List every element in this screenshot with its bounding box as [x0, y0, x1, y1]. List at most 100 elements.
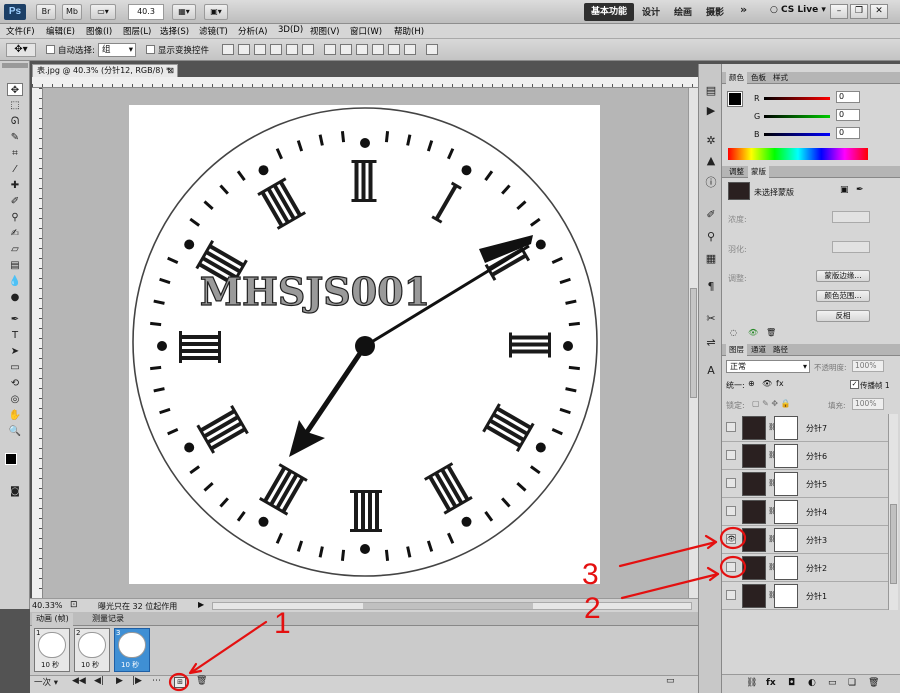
zoom-level-field[interactable]: 40.3	[128, 4, 164, 20]
more-workspaces-button[interactable]: »	[740, 3, 747, 16]
auto-select-checkbox[interactable]	[46, 45, 55, 57]
workspace-design-link[interactable]: 设计	[642, 5, 660, 18]
animation-frame-2[interactable]: 2 10 秒	[74, 628, 110, 672]
brush-presets-icon[interactable]: ✐	[704, 208, 718, 222]
pen-tool-icon[interactable]: ✒	[7, 313, 23, 326]
path-select-tool-icon[interactable]: ➤	[7, 345, 23, 358]
tab-swatches[interactable]: 色板	[748, 72, 769, 84]
character-panel-icon[interactable]: ⇌	[704, 336, 718, 350]
brush-tool-icon[interactable]: ✐	[7, 195, 23, 208]
arrange-documents-button[interactable]: ▦▾	[172, 4, 196, 20]
red-value-field[interactable]: 0	[836, 91, 860, 103]
foreground-color-swatch[interactable]	[5, 453, 17, 465]
move-tool-preset-picker[interactable]: ✥▾	[6, 43, 36, 57]
eyedropper-tool-icon[interactable]: ⁄	[7, 163, 23, 176]
opacity-field[interactable]: 100%	[852, 360, 884, 372]
add-mask-icon[interactable]: ◘	[788, 678, 795, 688]
lock-pixels-icon[interactable]: ▢ ✎ ✥ 🔒	[752, 399, 791, 408]
layer-name[interactable]: 分针4	[806, 507, 827, 518]
workspace-essentials-button[interactable]: 基本功能	[584, 3, 634, 21]
menu-analysis[interactable]: 分析(A)	[238, 25, 267, 37]
healing-brush-tool-icon[interactable]: ✚	[7, 179, 23, 192]
3d-panel-icon[interactable]: ✂	[704, 312, 718, 326]
lasso-tool-icon[interactable]: ᘏ	[7, 115, 23, 128]
menu-edit[interactable]: 编辑(E)	[46, 25, 75, 37]
histogram-panel-icon[interactable]: ▲	[704, 154, 718, 168]
scrollbar-thumb[interactable]	[690, 288, 697, 398]
close-icon[interactable]: ⊠	[167, 65, 174, 77]
layer-visibility-toggle[interactable]	[726, 506, 736, 516]
previous-frame-icon[interactable]: ◀|	[94, 676, 104, 686]
tab-channels[interactable]: 通道	[748, 344, 769, 356]
marquee-tool-icon[interactable]: ⬚	[7, 99, 23, 112]
delete-layer-icon[interactable]: 🗑	[868, 678, 879, 688]
align-right-icon[interactable]	[302, 44, 314, 55]
play-icon[interactable]: ▶	[116, 676, 123, 686]
status-menu-arrow-icon[interactable]: ▶	[198, 600, 204, 609]
tab-adjustments[interactable]: 调整	[726, 166, 747, 178]
dodge-tool-icon[interactable]: ●	[7, 291, 23, 304]
move-tool-icon[interactable]: ✥	[7, 83, 23, 96]
mask-visibility-icon[interactable]: 👁	[748, 328, 758, 337]
layer-visibility-toggle[interactable]	[726, 478, 736, 488]
vector-mask-icon[interactable]: ✒	[856, 185, 864, 195]
actions-panel-icon[interactable]: ▶	[704, 104, 718, 118]
type-tool-icon[interactable]: T	[7, 329, 23, 342]
color-range-button[interactable]: 颜色范围...	[816, 290, 870, 302]
loop-options-dropdown[interactable]: 一次 ▾	[34, 676, 58, 688]
blue-value-field[interactable]: 0	[836, 127, 860, 139]
horizontal-scrollbar-thumb[interactable]	[363, 603, 533, 609]
tab-color[interactable]: 颜色	[726, 72, 747, 84]
3d-orbit-tool-icon[interactable]: ◎	[7, 393, 23, 406]
layers-scrollbar[interactable]	[888, 414, 898, 610]
menu-window[interactable]: 窗口(W)	[350, 25, 382, 37]
quick-select-tool-icon[interactable]: ✎	[7, 131, 23, 144]
layer-row[interactable]: ⛓ 分针2	[722, 554, 888, 582]
gradient-tool-icon[interactable]: ▤	[7, 259, 23, 272]
tab-paths[interactable]: 路径	[770, 344, 791, 356]
crop-tool-icon[interactable]: ⌗	[7, 147, 23, 160]
unify-visibility-icon[interactable]: 👁	[762, 379, 772, 388]
frame-duration[interactable]: 10 秒	[41, 660, 59, 670]
layer-visibility-toggle[interactable]	[726, 562, 736, 572]
layer-name[interactable]: 分针6	[806, 451, 827, 462]
frame-duration[interactable]: 10 秒	[121, 660, 139, 670]
animation-frame-1[interactable]: 1 10 秒	[34, 628, 70, 672]
layer-row[interactable]: ⛓ 分针6	[722, 442, 888, 470]
tab-styles[interactable]: 样式	[770, 72, 791, 84]
green-slider[interactable]	[764, 115, 830, 118]
layer-row[interactable]: ⛓ 分针4	[722, 498, 888, 526]
status-info-icon[interactable]: ⊡	[70, 600, 78, 610]
zoom-tool-icon[interactable]: 🔍	[7, 425, 23, 438]
menu-view[interactable]: 视图(V)	[310, 25, 339, 37]
vertical-scrollbar[interactable]	[688, 88, 698, 598]
distribute-hcenter-icon[interactable]	[388, 44, 400, 55]
blue-slider[interactable]	[764, 133, 830, 136]
menu-help[interactable]: 帮助(H)	[394, 25, 424, 37]
tool-presets-icon[interactable]: ▦	[704, 252, 718, 266]
3d-rotate-tool-icon[interactable]: ⟲	[7, 377, 23, 390]
fill-field[interactable]: 100%	[852, 398, 884, 410]
layer-style-icon[interactable]: fx	[766, 678, 776, 688]
animation-frame-3[interactable]: 3 10 秒	[114, 628, 150, 672]
layer-visibility-toggle[interactable]	[726, 590, 736, 600]
link-layers-icon[interactable]: ⛓	[746, 678, 757, 688]
layer-visibility-toggle[interactable]: 👁	[726, 534, 736, 544]
menu-filter[interactable]: 滤镜(T)	[199, 25, 228, 37]
distribute-top-icon[interactable]	[324, 44, 336, 55]
hand-tool-icon[interactable]: ✋	[7, 409, 23, 422]
show-transform-checkbox[interactable]	[146, 45, 155, 57]
delete-frame-icon[interactable]: 🗑	[196, 676, 207, 686]
mask-edge-button[interactable]: 蒙版边缘...	[816, 270, 870, 282]
green-value-field[interactable]: 0	[836, 109, 860, 121]
cs-live-button[interactable]: ○ CS Live ▾	[770, 5, 826, 15]
clone-source-icon[interactable]: ⚲	[704, 230, 718, 244]
screen-mode-button[interactable]: ▣▾	[204, 4, 228, 20]
layer-row[interactable]: 👁 ⛓ 分针3	[722, 526, 888, 554]
propagate-frame-checkbox[interactable]: ✓	[850, 380, 859, 389]
density-field[interactable]	[832, 211, 870, 223]
align-bottom-icon[interactable]	[254, 44, 266, 55]
duplicate-frame-icon[interactable]: ⊞	[174, 677, 186, 688]
auto-align-layers-icon[interactable]	[426, 44, 438, 55]
delete-mask-icon[interactable]: 🗑	[766, 328, 776, 337]
